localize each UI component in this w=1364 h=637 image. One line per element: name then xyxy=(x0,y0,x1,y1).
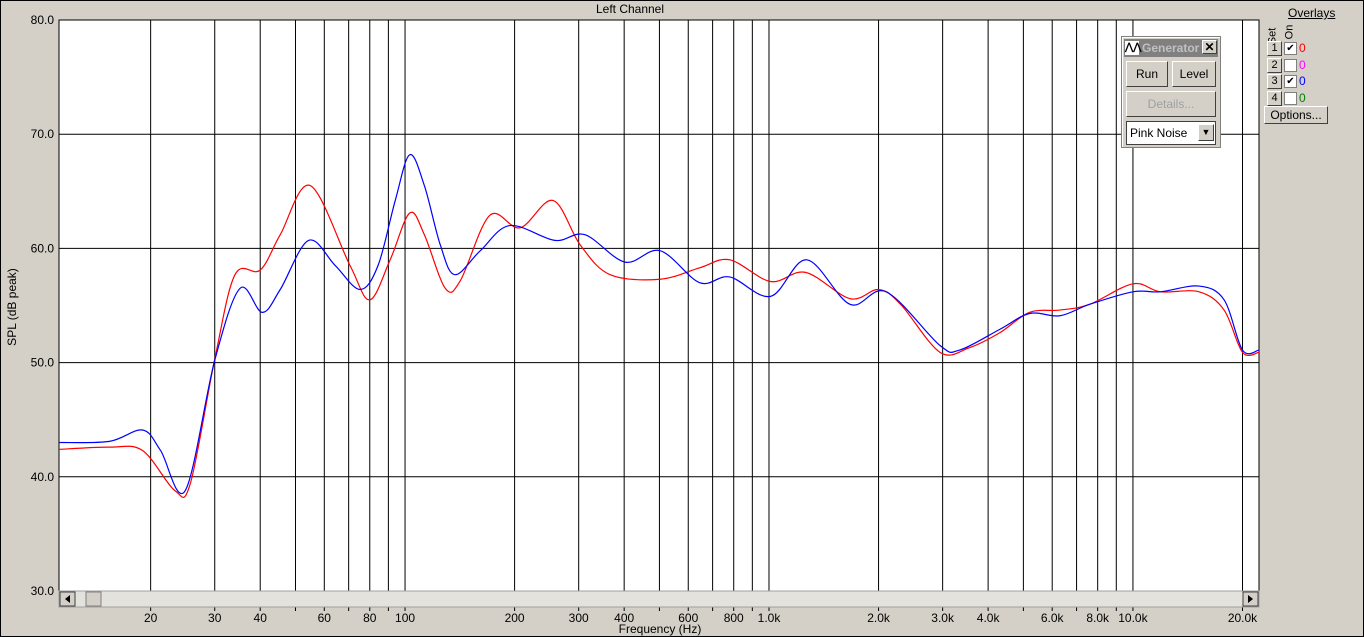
chevron-down-icon[interactable]: ▼ xyxy=(1198,124,1214,141)
x-axis-label: Frequency (Hz) xyxy=(618,622,702,636)
overlay-on-checkbox[interactable] xyxy=(1284,91,1297,105)
signal-value: Pink Noise xyxy=(1130,126,1188,140)
run-button[interactable]: Run xyxy=(1126,61,1168,87)
y-tick-label: 40.0 xyxy=(31,470,55,484)
overlay-set-button[interactable]: 3 xyxy=(1267,74,1282,89)
overlay-set-button[interactable]: 4 xyxy=(1267,90,1282,106)
y-tick-label: 30.0 xyxy=(31,584,55,598)
overlay-set-button[interactable]: 2 xyxy=(1267,57,1282,73)
y-tick-label: 60.0 xyxy=(31,241,55,255)
overlay-on-checkbox[interactable]: ✔ xyxy=(1284,75,1297,88)
y-tick-label: 70.0 xyxy=(31,127,55,141)
generator-panel: ⋀⋀ Generator ✕ Run Level Details... Pink… xyxy=(1121,36,1221,148)
signal-select[interactable]: Pink Noise ▼ xyxy=(1126,121,1216,145)
overlay-on-checkbox[interactable] xyxy=(1284,58,1297,72)
options-button[interactable]: Options... xyxy=(1264,106,1328,124)
overlay-value: 0 xyxy=(1299,90,1306,105)
overlay-set-button[interactable]: 1 xyxy=(1267,41,1282,56)
scroll-thumb[interactable] xyxy=(85,591,102,607)
details-button[interactable]: Details... xyxy=(1126,91,1216,117)
level-button[interactable]: Level xyxy=(1172,61,1216,87)
overlays-title: Overlays xyxy=(1288,6,1336,20)
overlay-on-checkbox[interactable]: ✔ xyxy=(1284,42,1297,55)
on-column-label: On xyxy=(1283,24,1296,40)
overlay-value: 0 xyxy=(1299,74,1306,88)
generator-title: Generator xyxy=(1142,41,1200,55)
waveform-icon: ⋀⋀ xyxy=(1125,41,1142,55)
overlay-value: 0 xyxy=(1299,57,1306,72)
overlay-value: 0 xyxy=(1299,41,1306,55)
y-axis-label: SPL (dB peak) xyxy=(5,268,19,346)
generator-close-button[interactable]: ✕ xyxy=(1202,40,1217,54)
y-tick-label: 50.0 xyxy=(31,356,55,370)
horizontal-scrollbar[interactable] xyxy=(58,590,1260,608)
chart-title: Left Channel xyxy=(595,2,665,16)
